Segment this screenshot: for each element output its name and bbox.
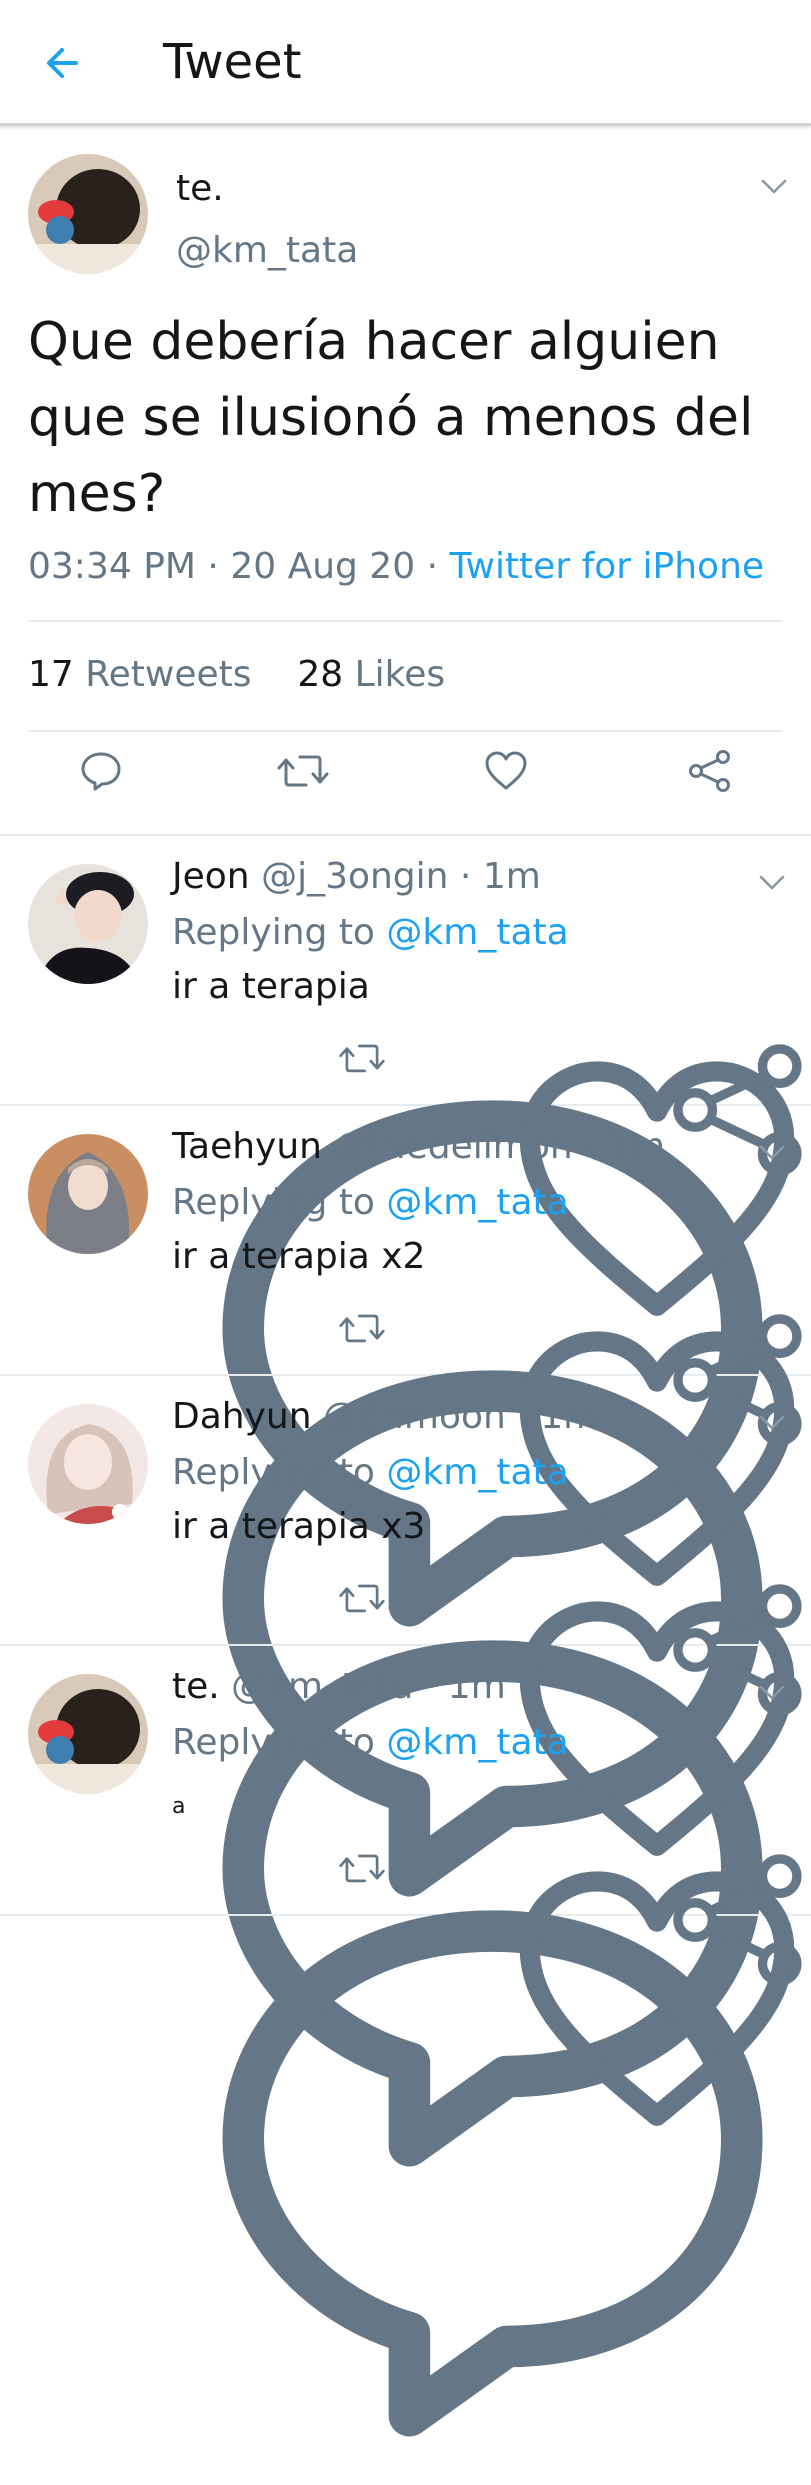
like-icon[interactable] [483, 748, 529, 794]
retweets-count: 17 [28, 654, 74, 695]
separator: · [413, 1666, 448, 1707]
replying-label: Replying to [172, 1452, 387, 1493]
likes-label: Likes [354, 654, 446, 695]
page-title: Tweet [163, 34, 302, 90]
reply-text: ir a terapia x2 [172, 1236, 426, 1277]
top-bar: Tweet [0, 0, 811, 126]
user-handle[interactable]: @km_tata [231, 1666, 413, 1707]
user-handle[interactable]: @km_tata [176, 228, 358, 274]
reply-time: 1m [447, 1666, 506, 1707]
display-name[interactable]: Jeon [172, 856, 250, 897]
chevron-down-icon[interactable] [758, 1144, 786, 1162]
reply-header: Jeon @j_3ongin · 1m [172, 854, 541, 900]
replying-to: Replying to @km_tata [172, 1180, 569, 1226]
arrow-left-icon [47, 48, 78, 78]
likes-stat[interactable]: 28 Likes [297, 654, 445, 695]
chevron-down-icon[interactable] [758, 1414, 786, 1432]
avatar-image [28, 154, 148, 274]
mention-link[interactable]: @km_tata [386, 1722, 568, 1763]
retweet-icon[interactable] [338, 1308, 386, 1349]
mention-link[interactable]: @km_tata [386, 1182, 568, 1223]
retweets-stat[interactable]: 17 Retweets [28, 654, 252, 695]
reply-time: 1m [540, 1396, 599, 1437]
avatar[interactable] [28, 1404, 148, 1524]
reply-text: ir a terapia [172, 966, 370, 1007]
reply-header: Taehyun @taedelimon · 1m [172, 1124, 665, 1170]
retweet-icon[interactable] [338, 1848, 386, 1889]
replying-label: Replying to [172, 912, 387, 953]
avatar-image [28, 1674, 148, 1794]
chevron-down-icon[interactable] [758, 1684, 786, 1702]
divider [28, 730, 782, 732]
reply-actions [0, 1848, 811, 2437]
mention-link[interactable]: @km_tata [386, 912, 568, 953]
separator: · [448, 856, 483, 897]
display-name[interactable]: Dahyun [172, 1396, 312, 1437]
divider [28, 620, 782, 622]
avatar-image [28, 1404, 148, 1524]
separator: · [195, 546, 231, 587]
replying-to: Replying to @km_tata [172, 910, 569, 956]
tweet-stats: 17 Retweets 28 Likes [28, 652, 445, 698]
retweets-label: Retweets [85, 654, 252, 695]
avatar[interactable] [28, 154, 148, 274]
share-icon[interactable] [687, 748, 733, 794]
reply-time: 1m [607, 1126, 666, 1167]
reply-tweet[interactable]: Taehyun @taedelimon · 1m Replying to @km… [0, 1106, 811, 1897]
replying-label: Replying to [172, 1722, 387, 1763]
retweet-icon[interactable] [338, 1038, 386, 1079]
reply-header: te. @km_tata · 1m [172, 1664, 506, 1710]
display-name[interactable]: te. [176, 166, 224, 212]
user-handle[interactable]: @taedelimon [333, 1126, 572, 1167]
reply-tweet[interactable]: Jeon @j_3ongin · 1m Replying to @km_tata… [0, 836, 811, 1627]
user-handle[interactable]: @j_3ongin [261, 856, 448, 897]
avatar-image [28, 864, 148, 984]
display-name[interactable]: te. [172, 1666, 220, 1707]
retweet-icon[interactable] [276, 748, 330, 794]
tweet-meta: 03:34 PM · 20 Aug 20 · Twitter for iPhon… [28, 544, 764, 590]
reply-text: a [172, 1794, 186, 1819]
tweet-text: Que debería hacer alguien que se ilusion… [28, 312, 754, 524]
user-handle[interactable]: @damoon [323, 1396, 506, 1437]
avatar[interactable] [28, 864, 148, 984]
reply-icon[interactable] [78, 748, 124, 794]
share-icon[interactable] [667, 1848, 811, 1992]
back-button[interactable] [38, 38, 88, 88]
display-name[interactable]: Taehyun [172, 1126, 322, 1167]
likes-count: 28 [297, 654, 344, 695]
avatar[interactable] [28, 1674, 148, 1794]
reply-tweet[interactable]: Dahyun @damoon · 1m Replying to @km_tata… [0, 1376, 811, 2167]
reply-time: 1m [482, 856, 541, 897]
reply-header: Dahyun @damoon · 1m [172, 1394, 598, 1440]
reply-actions [0, 1578, 811, 2167]
chevron-down-icon[interactable] [760, 178, 788, 196]
avatar-image [28, 1134, 148, 1254]
reply-tweet[interactable]: te. @km_tata · 1m Replying to @km_tata a [0, 1646, 811, 2437]
separator: · [505, 1396, 541, 1437]
reply-actions [0, 1038, 811, 1627]
reply-text: ir a terapia x3 [172, 1506, 426, 1547]
replying-label: Replying to [172, 1182, 387, 1223]
tweet-actions [0, 748, 811, 808]
separator: · [415, 546, 450, 587]
replying-to: Replying to @km_tata [172, 1720, 569, 1766]
avatar[interactable] [28, 1134, 148, 1254]
reply-actions [0, 1308, 811, 1897]
main-tweet: te. @km_tata Que debería hacer alguien q… [0, 126, 811, 836]
tweet-time: 03:34 PM [28, 546, 196, 587]
chevron-down-icon[interactable] [758, 874, 786, 892]
replying-to: Replying to @km_tata [172, 1450, 569, 1496]
retweet-icon[interactable] [338, 1578, 386, 1619]
separator: · [572, 1126, 608, 1167]
mention-link[interactable]: @km_tata [386, 1452, 568, 1493]
tweet-source-link[interactable]: Twitter for iPhone [449, 546, 764, 587]
tweet-date: 20 Aug 20 [230, 546, 416, 587]
